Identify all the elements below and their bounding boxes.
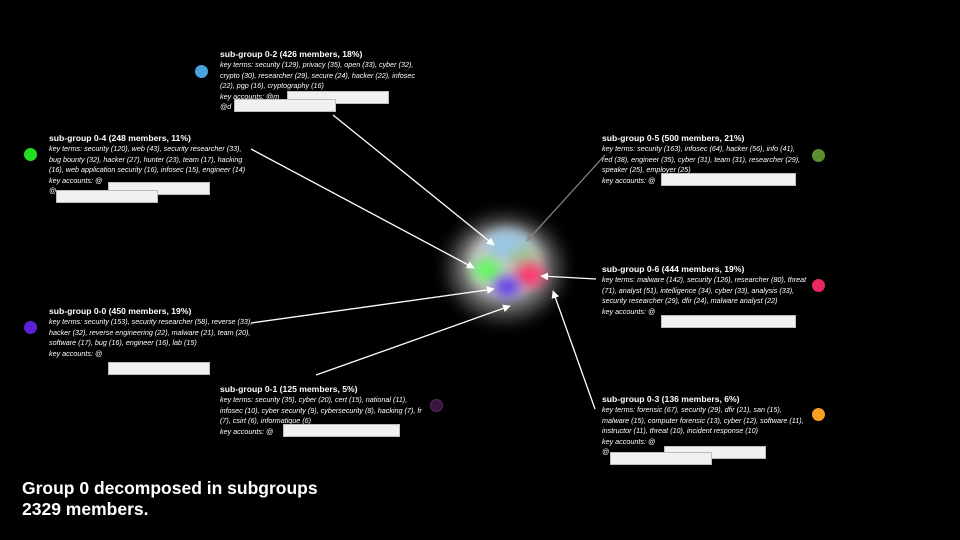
subgroup-key-terms: key terms: security (35), cyber (20), ce… [220, 395, 422, 425]
subgroup-title: sub-group 0-2 (426 members, 18%) [220, 49, 363, 59]
redaction-box [661, 315, 796, 328]
page-title-line-1: Group 0 decomposed in subgroups [22, 478, 318, 498]
subgroup-key-terms: key terms: security (129), privacy (35),… [220, 60, 415, 90]
connector-sg00 [250, 286, 495, 324]
subgroup-title: sub-group 0-0 (450 members, 19%) [49, 306, 192, 316]
subgroup-title: sub-group 0-1 (125 members, 5%) [220, 384, 358, 394]
page-title-line-2: 2329 members. [22, 499, 149, 519]
subgroup-title: sub-group 0-4 (248 members, 11%) [49, 133, 191, 143]
sg06-color-dot [812, 279, 825, 292]
connector-sg02 [332, 114, 495, 246]
sg02-color-dot [195, 65, 208, 78]
subgroup-key-terms: key terms: forensic (67), security (29),… [602, 405, 804, 435]
network-cluster [450, 218, 560, 318]
page-title: Group 0 decomposed in subgroups 2329 mem… [22, 478, 318, 520]
subgroup-key-terms: key terms: malware (142), security (126)… [602, 275, 807, 305]
subgroup-0-0-card: sub-group 0-0 (450 members, 19%) key ter… [49, 306, 254, 359]
redaction-box [610, 452, 712, 465]
subgroup-key-terms: key terms: security (163), infosec (64),… [602, 144, 801, 174]
redaction-box [283, 424, 400, 437]
connector-sg01 [315, 304, 511, 376]
network-diagram [250, 114, 606, 410]
sg05-color-dot [812, 149, 825, 162]
redaction-box [108, 362, 210, 375]
redaction-box [661, 173, 796, 186]
sg03-color-dot [812, 408, 825, 421]
connector-sg03 [551, 290, 596, 410]
sg00-color-dot [24, 321, 37, 334]
sg01-color-dot [430, 399, 443, 412]
subgroup-0-6-card: sub-group 0-6 (444 members, 19%) key ter… [602, 264, 807, 317]
subgroup-title: sub-group 0-3 (136 members, 6%) [602, 394, 740, 404]
connector-sg05 [526, 154, 606, 242]
redaction-box [234, 99, 336, 112]
connector-sg04 [250, 148, 475, 269]
subgroup-key-accounts: key accounts: @ [49, 348, 103, 358]
subgroup-key-terms: key terms: security (153), security rese… [49, 317, 253, 347]
subgroup-key-terms: key terms: security (120), web (43), sec… [49, 144, 246, 174]
redaction-box [56, 190, 158, 203]
subgroup-title: sub-group 0-5 (500 members, 21%) [602, 133, 745, 143]
sg04-color-dot [24, 148, 37, 161]
subgroup-title: sub-group 0-6 (444 members, 19%) [602, 264, 745, 274]
